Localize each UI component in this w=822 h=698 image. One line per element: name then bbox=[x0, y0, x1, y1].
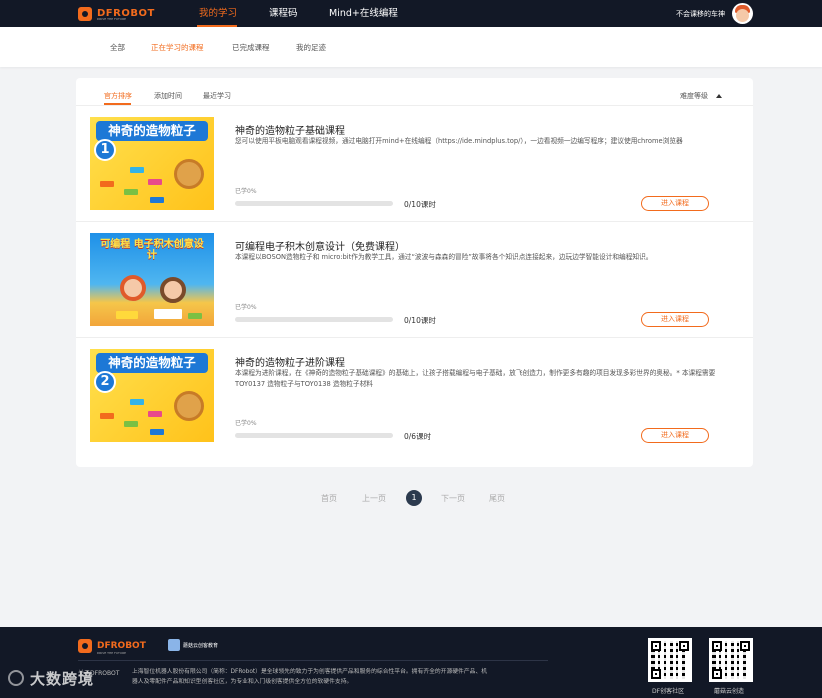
guitar-illustration bbox=[174, 391, 204, 421]
tab-my-footprint[interactable]: 我的足迹 bbox=[296, 42, 326, 53]
logo-tagline: DRIVE THE FUTURE bbox=[97, 17, 127, 21]
thumbnail-title: 神奇的造物粒子 bbox=[96, 353, 208, 373]
dfrobot-logo-icon bbox=[78, 7, 92, 21]
nav-my-learning[interactable]: 我的学习 bbox=[199, 0, 237, 27]
watermark: 大数跨境 bbox=[30, 670, 95, 688]
qr-label: DF创客社区 bbox=[652, 688, 685, 695]
course-description: 本课程为进阶课程，在《神奇的造物粒子基础课程》的基础上，让孩子搭载编程与电子基础… bbox=[235, 369, 716, 388]
tab-in-progress[interactable]: 正在学习的课程 bbox=[151, 42, 204, 53]
course-title[interactable]: 神奇的造物粒子基础课程 bbox=[235, 122, 345, 137]
pagination-current-page[interactable]: 1 bbox=[406, 490, 422, 506]
nav-course-code[interactable]: 课程码 bbox=[269, 0, 298, 27]
lesson-count: 0/6课时 bbox=[404, 432, 432, 441]
kid-illustration bbox=[160, 277, 186, 303]
course-thumbnail[interactable]: 神奇的造物粒子 1 bbox=[90, 117, 214, 210]
course-title[interactable]: 可编程电子积木创意设计（免费课程） bbox=[235, 238, 405, 253]
course-thumbnail[interactable]: 神奇的造物粒子 2 bbox=[90, 349, 214, 442]
about-text: 上海智位机器人股份有限公司（简称：DFRobot）是全球领先的致力于为创客提供产… bbox=[132, 669, 488, 685]
footer-dfrobot-logo[interactable]: DFROBOT DRIVE THE FUTURE bbox=[78, 639, 146, 655]
thumbnail-title: 神奇的造物粒子 bbox=[96, 121, 208, 141]
lesson-count: 0/10课时 bbox=[404, 316, 436, 325]
footer: DFROBOT DRIVE THE FUTURE 蘑菇云创客教育 关于DFROB… bbox=[0, 627, 822, 698]
progress-label: 已学0% bbox=[235, 188, 257, 195]
qr-code-mushroom-cloud bbox=[709, 638, 753, 682]
mushroom-cloud-logo[interactable]: 蘑菇云创客教育 bbox=[168, 639, 218, 651]
pagination-last[interactable]: 尾页 bbox=[489, 493, 505, 504]
tab-completed[interactable]: 已完成课程 bbox=[232, 42, 270, 53]
thumbnail-title: 可编程 电子积木创意设计 bbox=[100, 239, 204, 261]
enter-course-button[interactable]: 进入课程 bbox=[641, 196, 709, 211]
nav-mind-plus-online[interactable]: Mind+在线编程 bbox=[329, 0, 398, 27]
course-description: 本课程以BOSON造物粒子和 micro:bit作为教学工具，通过“波波与森森的… bbox=[235, 253, 653, 261]
lesson-count: 0/10课时 bbox=[404, 200, 436, 209]
tab-all[interactable]: 全部 bbox=[110, 42, 125, 53]
footer-logo-text: DFROBOT bbox=[97, 641, 146, 651]
course-description: 您可以使用平板电脑观看课程视频，通过电脑打开mind+在线编程（https://… bbox=[235, 137, 683, 145]
caret-up-icon[interactable] bbox=[716, 94, 722, 98]
course-card: 神奇的造物粒子 2 神奇的造物粒子进阶课程 本课程为进阶课程，在《神奇的造物粒子… bbox=[76, 338, 753, 454]
footer-logo-tagline: DRIVE THE FUTURE bbox=[97, 651, 127, 655]
partner-name: 蘑菇云创客教育 bbox=[183, 642, 219, 649]
pagination-prev[interactable]: 上一页 bbox=[362, 493, 386, 504]
user-name[interactable]: 不会课移的车神 bbox=[676, 9, 725, 19]
sort-difficulty[interactable]: 难度等级 bbox=[680, 91, 708, 101]
mushroom-cloud-icon bbox=[168, 639, 180, 651]
progress-bar bbox=[235, 201, 393, 206]
footer-divider bbox=[78, 660, 548, 661]
course-thumbnail[interactable]: 可编程 电子积木创意设计 bbox=[90, 233, 214, 326]
learning-filter-bar: 全部 正在学习的课程 已完成课程 我的足迹 bbox=[0, 27, 822, 67]
avatar[interactable] bbox=[732, 3, 753, 24]
course-list-panel: 官方排序 添加时间 最近学习 难度等级 神奇的造物粒子 1 神奇的造物粒子基础课… bbox=[76, 78, 753, 467]
dfrobot-logo[interactable]: DFROBOT DRIVE THE FUTURE bbox=[78, 6, 155, 22]
progress-label: 已学0% bbox=[235, 304, 257, 311]
pagination-first[interactable]: 首页 bbox=[321, 493, 337, 504]
sort-official[interactable]: 官方排序 bbox=[104, 91, 132, 101]
dfrobot-logo-icon bbox=[78, 639, 92, 653]
thumbnail-number: 2 bbox=[94, 371, 116, 393]
watermark-icon bbox=[8, 670, 24, 686]
qr-code-df-community bbox=[648, 638, 692, 682]
thumbnail-number: 1 bbox=[94, 139, 116, 161]
course-card: 可编程 电子积木创意设计 可编程电子积木创意设计（免费课程） 本课程以BOSON… bbox=[76, 222, 753, 338]
progress-label: 已学0% bbox=[235, 420, 257, 427]
qr-label: 蘑菇云创造 bbox=[714, 688, 745, 695]
progress-bar bbox=[235, 433, 393, 438]
course-card: 神奇的造物粒子 1 神奇的造物粒子基础课程 您可以使用平板电脑观看课程视频，通过… bbox=[76, 106, 753, 222]
enter-course-button[interactable]: 进入课程 bbox=[641, 428, 709, 443]
guitar-illustration bbox=[174, 159, 204, 189]
course-title[interactable]: 神奇的造物粒子进阶课程 bbox=[235, 354, 345, 369]
sort-added-time[interactable]: 添加时间 bbox=[154, 91, 182, 101]
enter-course-button[interactable]: 进入课程 bbox=[641, 312, 709, 327]
kid-illustration bbox=[120, 275, 146, 301]
top-nav-bar: DFROBOT DRIVE THE FUTURE 我的学习 课程码 Mind+在… bbox=[0, 0, 822, 27]
sort-recent[interactable]: 最近学习 bbox=[203, 91, 231, 101]
progress-bar bbox=[235, 317, 393, 322]
pagination-next[interactable]: 下一页 bbox=[441, 493, 465, 504]
